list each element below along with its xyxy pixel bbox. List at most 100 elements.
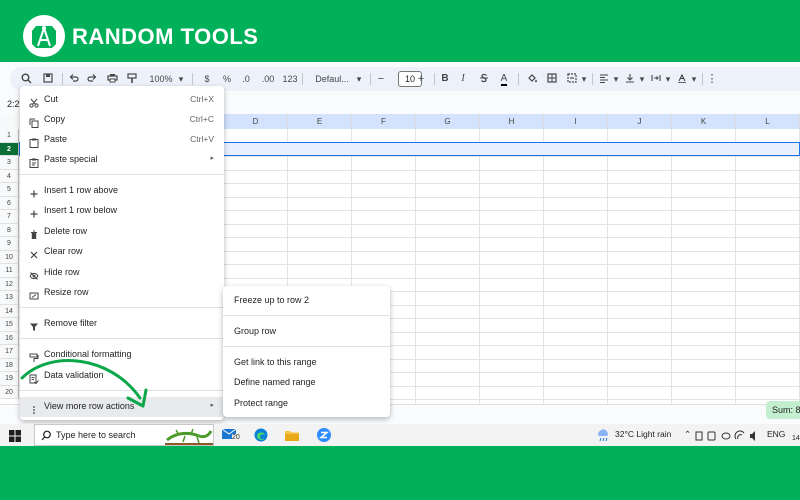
taskbar-search-box[interactable]: Type here to search: [34, 424, 214, 446]
text-color-button[interactable]: A: [496, 67, 512, 91]
column-header-d[interactable]: D: [224, 114, 288, 129]
menu-item-label: Clear row: [44, 246, 83, 256]
row-header-12[interactable]: 12: [0, 277, 19, 291]
mail-badge: 20: [232, 434, 240, 441]
horizontal-align-icon[interactable]: [596, 67, 612, 91]
sum-chip[interactable]: Sum: 8: [766, 401, 800, 419]
menu-item-remove-filter[interactable]: Remove filter: [20, 314, 224, 334]
increase-decimal-button[interactable]: .00: [258, 67, 278, 91]
column-header-f[interactable]: F: [352, 114, 416, 129]
row-header-7[interactable]: 7: [0, 210, 19, 224]
menu-item-label: Insert 1 row above: [44, 185, 119, 195]
menu-item-clear-row[interactable]: Clear row: [20, 242, 224, 262]
more-row-actions-submenu: Freeze up to row 2 Group row Get link to t…: [223, 286, 390, 417]
decrease-decimal-button[interactable]: .0: [238, 67, 254, 91]
row-header-3[interactable]: 3: [0, 156, 19, 170]
windows-taskbar: Type here to search 20 32°C Light rain ⌃…: [0, 424, 800, 446]
row-header-11[interactable]: 11: [0, 264, 19, 278]
edge-browser-icon[interactable]: [254, 428, 268, 442]
mail-app-icon[interactable]: 20: [221, 427, 242, 443]
file-explorer-icon[interactable]: [285, 428, 299, 442]
chevron-down-icon[interactable]: ▾: [664, 67, 672, 91]
column-header-i[interactable]: I: [544, 114, 608, 129]
trash-icon: [29, 227, 39, 239]
row-header-15[interactable]: 15: [0, 318, 19, 332]
more-options-icon[interactable]: ⋮: [706, 67, 718, 91]
plus-icon: [29, 206, 39, 218]
submenu-item-get-link-to-this-range[interactable]: Get link to this range: [223, 352, 390, 372]
chevron-down-icon[interactable]: ▾: [354, 67, 364, 91]
clock[interactable]: 14: [792, 435, 800, 442]
italic-button[interactable]: I: [456, 67, 470, 91]
merge-cells-icon[interactable]: [564, 67, 580, 91]
text-rotation-icon[interactable]: [674, 67, 690, 91]
menu-divider: [20, 338, 224, 339]
search-icon: [41, 430, 51, 441]
menu-item-paste[interactable]: Paste Ctrl+V: [20, 130, 224, 150]
borders-icon[interactable]: [544, 67, 560, 91]
menu-divider: [20, 307, 224, 308]
row-header-9[interactable]: 9: [0, 237, 19, 251]
menu-item-copy[interactable]: Copy Ctrl+C: [20, 110, 224, 130]
row-header-14[interactable]: 14: [0, 304, 19, 318]
menu-item-paste-special[interactable]: Paste special ▸: [20, 150, 224, 170]
menu-item-delete-row[interactable]: Delete row: [20, 222, 224, 242]
menu-item-label: Paste: [44, 134, 68, 144]
menu-item-label: Cut: [44, 94, 59, 104]
submenu-arrow-icon: ▸: [210, 402, 214, 409]
number-format-button[interactable]: 123: [282, 67, 298, 91]
submenu-item-group-row[interactable]: Group row: [223, 321, 390, 341]
name-box[interactable]: 2:2: [7, 99, 20, 109]
row-header-5[interactable]: 5: [0, 183, 19, 197]
font-select[interactable]: Defaul...: [310, 67, 354, 91]
column-header-g[interactable]: G: [416, 114, 480, 129]
row-header-2[interactable]: 2: [0, 142, 19, 156]
chevron-down-icon[interactable]: ▾: [638, 67, 646, 91]
column-header-j[interactable]: J: [608, 114, 672, 129]
vertical-align-icon[interactable]: [622, 67, 638, 91]
weather-text[interactable]: 32°C Light rain: [615, 429, 671, 439]
font-size-decrease-button[interactable]: −: [374, 67, 388, 91]
zoom-app-icon[interactable]: [317, 428, 331, 442]
menu-divider: [223, 315, 390, 316]
chevron-down-icon[interactable]: ▾: [580, 67, 588, 91]
submenu-item-protect-range[interactable]: Protect range: [223, 393, 390, 413]
menu-item-label: Remove filter: [44, 318, 98, 328]
chevron-down-icon[interactable]: ▾: [612, 67, 620, 91]
menu-item-hide-row[interactable]: Hide row: [20, 263, 224, 283]
windows-start-icon[interactable]: [9, 429, 21, 442]
chevron-up-icon[interactable]: ⌃: [684, 429, 691, 440]
brand-name: RANDOM TOOLS: [72, 24, 259, 49]
menu-item-cut[interactable]: Cut Ctrl+X: [20, 90, 224, 110]
submenu-item-freeze-up-to-row-2[interactable]: Freeze up to row 2: [223, 290, 390, 310]
menu-item-insert-1-row-below[interactable]: Insert 1 row below: [20, 201, 224, 221]
row-header-1[interactable]: 1: [0, 129, 19, 143]
menu-item-insert-1-row-above[interactable]: Insert 1 row above: [20, 181, 224, 201]
submenu-item-define-named-range[interactable]: Define named range: [223, 372, 390, 392]
row-header-6[interactable]: 6: [0, 196, 19, 210]
row-header-8[interactable]: 8: [0, 223, 19, 237]
font-size-increase-button[interactable]: +: [414, 67, 428, 91]
column-header-k[interactable]: K: [672, 114, 736, 129]
menu-item-shortcut: Ctrl+V: [190, 134, 214, 144]
bold-button[interactable]: B: [438, 67, 452, 91]
annotation-arrow: [20, 359, 148, 408]
row-header-13[interactable]: 13: [0, 291, 19, 305]
column-header-l[interactable]: L: [736, 114, 800, 129]
menu-divider: [20, 174, 224, 175]
chevron-down-icon[interactable]: ▾: [690, 67, 698, 91]
language-indicator[interactable]: ENG: [767, 429, 785, 439]
row-header-16[interactable]: 16: [0, 331, 19, 345]
column-header-h[interactable]: H: [480, 114, 544, 129]
menu-item-resize-row[interactable]: Resize row: [20, 283, 224, 303]
strikethrough-icon[interactable]: [476, 67, 492, 91]
fill-color-icon[interactable]: [524, 67, 540, 91]
column-header-e[interactable]: E: [288, 114, 352, 129]
system-tray-icons: [694, 429, 774, 441]
row-header-4[interactable]: 4: [0, 169, 19, 183]
menu-divider: [223, 346, 390, 347]
menu-item-shortcut: Ctrl+X: [190, 94, 214, 104]
row-header-10[interactable]: 10: [0, 250, 19, 264]
text-wrapping-icon[interactable]: [648, 67, 664, 91]
plus-icon: [29, 186, 39, 198]
